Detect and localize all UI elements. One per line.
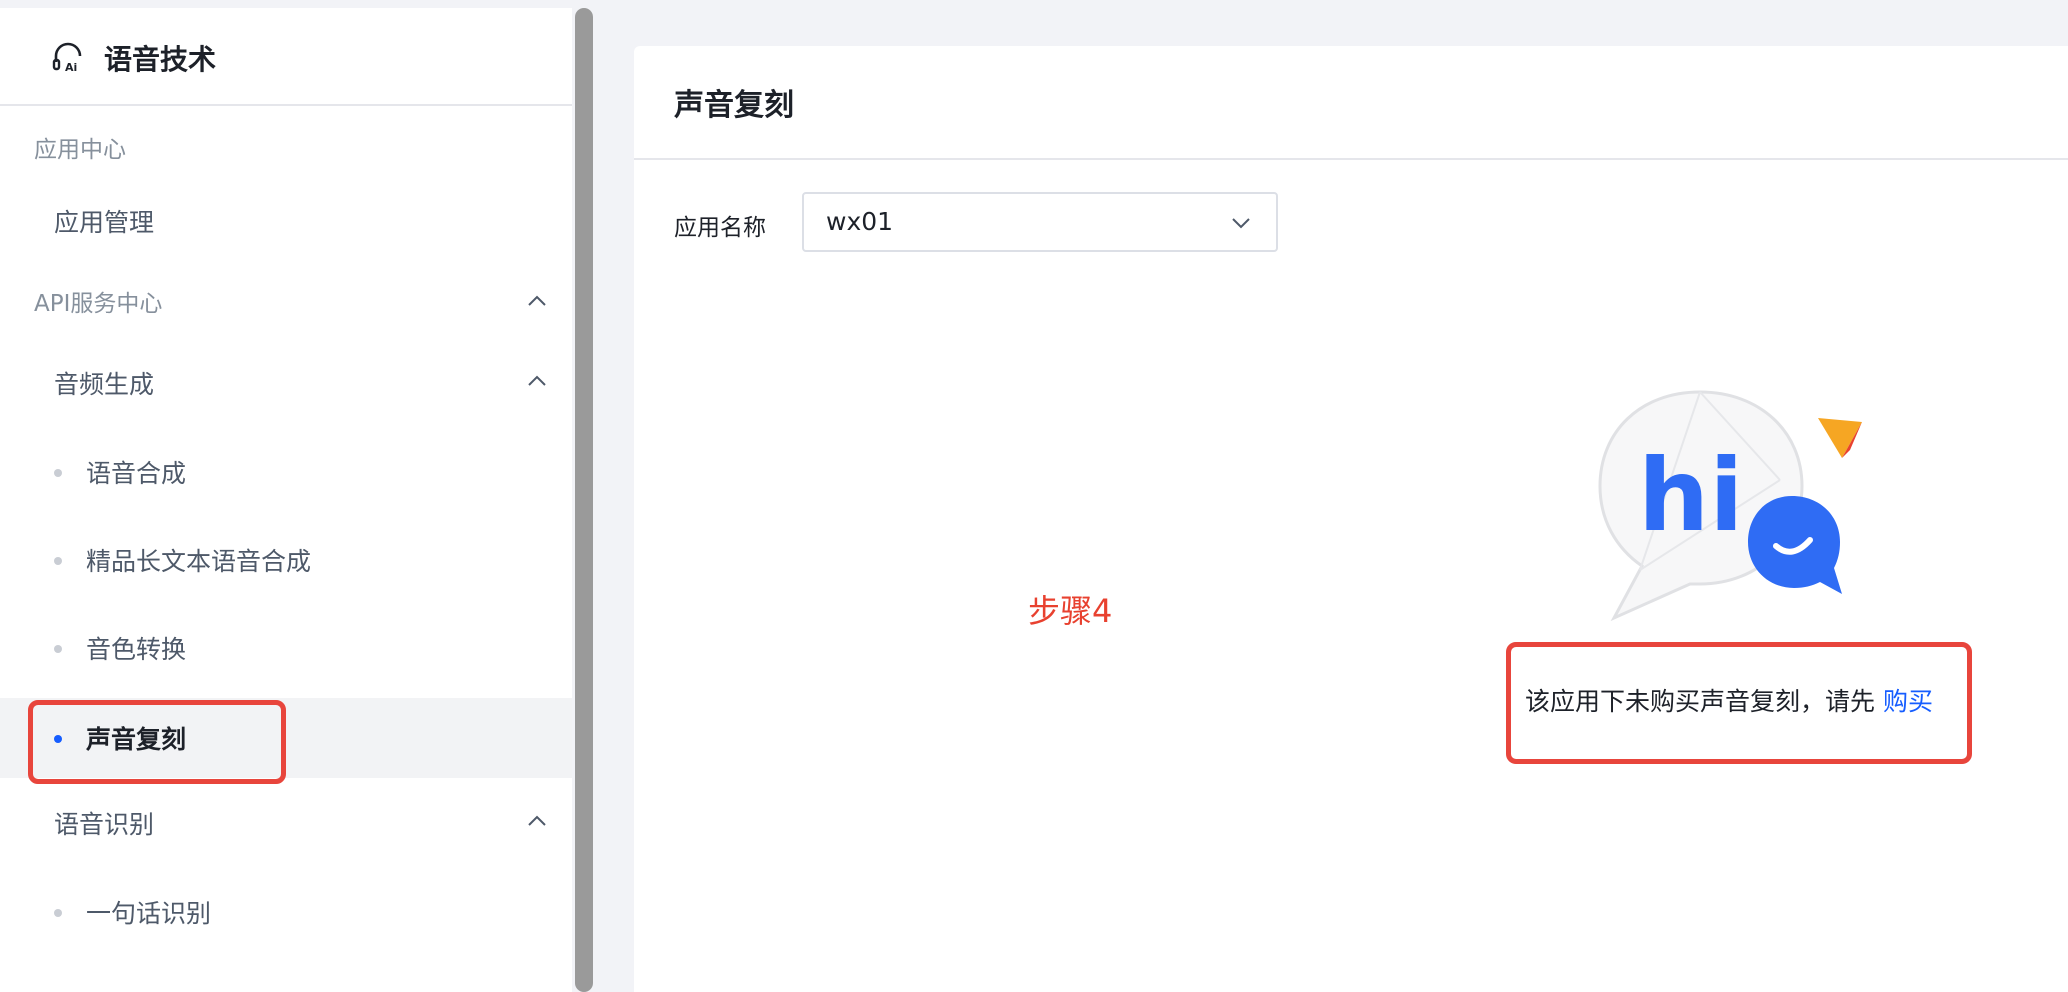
sidebar-item-label: 应用管理 <box>54 208 155 237</box>
page-title: 声音复刻 <box>674 88 794 123</box>
sidebar-item-label: 精品长文本语音合成 <box>86 547 312 576</box>
app-name-label: 应用名称 <box>674 215 766 241</box>
sidebar-item-label: 声音复刻 <box>86 725 187 754</box>
buy-link[interactable]: 购买 <box>1883 687 1933 716</box>
svg-text:hi: hi <box>1638 437 1743 554</box>
sidebar-item-label: 一句话识别 <box>86 899 212 928</box>
sidebar-item-app-manage[interactable]: 应用管理 <box>0 188 572 252</box>
sidebar-scrollbar-thumb[interactable] <box>575 8 593 992</box>
sidebar-item-voice-clone[interactable]: 声音复刻 <box>0 698 572 778</box>
chevron-down-icon <box>1232 218 1250 229</box>
group-title-api-service: API服务中心 <box>34 291 163 317</box>
app-name-select[interactable]: wx01 <box>802 192 1278 252</box>
main-panel: 声音复刻 应用名称 wx01 步骤4 hi 该应用下未购买声音复刻，请先 购买 <box>634 46 2068 992</box>
brand-title: 语音技术 <box>104 43 217 76</box>
sidebar-item-long-tts[interactable]: 精品长文本语音合成 <box>0 520 572 600</box>
sidebar-item-label: 音频生成 <box>54 370 155 399</box>
sidebar: Ai 语音技术 应用中心 应用管理 API服务中心 音频生成 语音合成 精品长文… <box>0 8 572 992</box>
bullet-dot <box>54 645 62 653</box>
app-name-value: wx01 <box>826 207 894 236</box>
empty-state-illustration: hi <box>1598 390 1862 622</box>
sidebar-item-speech-rec[interactable]: 语音识别 <box>0 790 572 854</box>
sidebar-item-tts[interactable]: 语音合成 <box>0 432 572 512</box>
step-annotation: 步骤4 <box>1028 592 1113 630</box>
empty-state-box: 该应用下未购买声音复刻，请先 购买 <box>1506 642 1972 764</box>
bullet-dot <box>54 735 62 743</box>
empty-state-text: 该应用下未购买声音复刻，请先 购买 <box>1525 682 1933 718</box>
bullet-dot <box>54 469 62 477</box>
bullet-dot <box>54 909 62 917</box>
app-root: Ai 语音技术 应用中心 应用管理 API服务中心 音频生成 语音合成 精品长文… <box>0 0 2068 992</box>
chevron-up-icon <box>528 815 546 826</box>
empty-state-message: 该应用下未购买声音复刻，请先 <box>1525 687 1876 716</box>
sidebar-item-label: 语音识别 <box>54 810 155 839</box>
chevron-up-icon <box>528 295 546 306</box>
sidebar-item-label: 音色转换 <box>86 635 187 664</box>
svg-text:Ai: Ai <box>65 61 77 74</box>
main-header: 声音复刻 <box>634 46 2068 160</box>
sidebar-item-voice-convert[interactable]: 音色转换 <box>0 608 572 688</box>
sidebar-header: Ai 语音技术 <box>0 8 572 106</box>
headset-ai-icon: Ai <box>52 42 82 74</box>
chevron-up-icon <box>528 375 546 386</box>
group-title-app-center: 应用中心 <box>34 137 126 163</box>
sidebar-item-label: 语音合成 <box>86 459 187 488</box>
sidebar-group-api-service[interactable]: API服务中心 <box>0 270 572 334</box>
bullet-dot <box>54 557 62 565</box>
sidebar-item-audio-gen[interactable]: 音频生成 <box>0 350 572 414</box>
sidebar-item-sentence-rec[interactable]: 一句话识别 <box>0 872 572 952</box>
